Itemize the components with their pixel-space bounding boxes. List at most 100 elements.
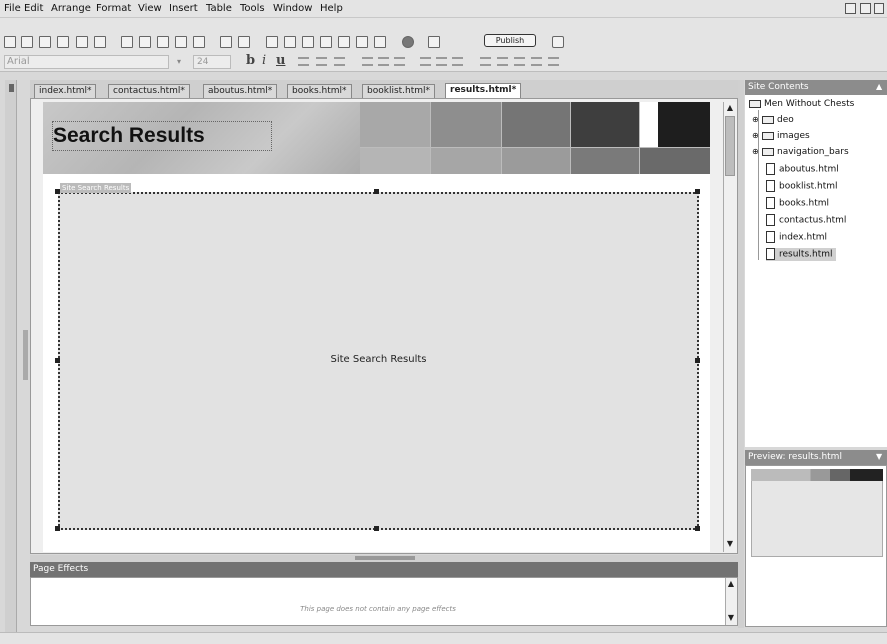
resize-handle[interactable] (374, 526, 379, 531)
menu-table[interactable]: Table (206, 3, 232, 14)
preview-thumbnail[interactable] (751, 469, 883, 557)
style2-icon[interactable] (316, 57, 327, 66)
font-dropdown-icon[interactable]: ▾ (177, 57, 181, 66)
valign-top-icon[interactable] (420, 57, 431, 66)
columns-icon[interactable] (356, 36, 368, 48)
valign-bottom-icon[interactable] (452, 57, 463, 66)
site-icon[interactable] (39, 36, 51, 48)
tree-folder-images[interactable]: ⊕ images (752, 130, 810, 142)
menu-tools[interactable]: Tools (240, 3, 265, 14)
tree-folder-navigation-bars[interactable]: ⊕ navigation_bars (752, 146, 849, 158)
paste-icon[interactable] (175, 36, 187, 48)
menu-arrange[interactable]: Arrange (51, 3, 91, 14)
preview-icon[interactable] (94, 36, 106, 48)
globe-icon[interactable] (402, 36, 414, 48)
style-icon[interactable] (298, 57, 309, 66)
tree-folder-deo[interactable]: ⊕ deo (752, 114, 794, 126)
scroll-thumb[interactable] (725, 116, 735, 176)
left-panel-grip[interactable] (23, 330, 28, 380)
tab-index[interactable]: index.html* (34, 84, 97, 98)
bold-button[interactable]: b (246, 53, 255, 68)
indent-icon[interactable] (548, 57, 559, 66)
resize-handle[interactable] (374, 189, 379, 194)
menu-help[interactable]: Help (320, 3, 343, 14)
expand-icon[interactable]: ⊕ (752, 114, 760, 126)
tree-root[interactable]: Men Without Chests (749, 98, 854, 110)
resize-handle[interactable] (55, 358, 60, 363)
style3-icon[interactable] (334, 57, 345, 66)
menu-window[interactable]: Window (273, 3, 312, 14)
effects-scroll-up-icon[interactable]: ▲ (725, 578, 737, 590)
expand-icon[interactable]: ⊕ (752, 130, 760, 142)
splitter-grip[interactable] (355, 556, 415, 560)
resize-handle[interactable] (695, 358, 700, 363)
align-right-icon[interactable] (394, 57, 405, 66)
publish-button[interactable]: Publish (484, 34, 536, 47)
menu-edit[interactable]: Edit (24, 3, 43, 14)
redo-icon[interactable] (238, 36, 250, 48)
status-bar (0, 632, 887, 644)
tab-books[interactable]: books.html* (287, 84, 352, 98)
table-icon[interactable] (302, 36, 314, 48)
list-style-icon[interactable] (514, 57, 525, 66)
font-name-select[interactable]: Arial (4, 55, 169, 69)
preview-header: Preview: results.html (745, 450, 887, 465)
delete-icon[interactable] (193, 36, 205, 48)
tab-contactus[interactable]: contactus.html* (108, 84, 190, 98)
collapse-icon[interactable]: ▲ (876, 82, 882, 91)
underline-button[interactable]: u (276, 53, 285, 68)
scroll-up-icon[interactable]: ▲ (724, 102, 736, 114)
tab-aboutus[interactable]: aboutus.html* (203, 84, 278, 98)
settings-icon[interactable] (428, 36, 440, 48)
numbered-list-icon[interactable] (497, 57, 508, 66)
tree-file-aboutus[interactable]: aboutus.html (766, 163, 839, 176)
resize-handle[interactable] (55, 526, 60, 531)
pin-icon[interactable] (9, 84, 14, 92)
menu-insert[interactable]: Insert (169, 3, 198, 14)
menu-view[interactable]: View (138, 3, 162, 14)
tab-booklist[interactable]: booklist.html* (362, 84, 436, 98)
back-icon[interactable] (57, 36, 69, 48)
cut-icon[interactable] (139, 36, 151, 48)
menu-format[interactable]: Format (96, 3, 131, 14)
expand-icon[interactable]: ⊕ (752, 146, 760, 158)
preview-dropdown-icon[interactable]: ▼ (876, 452, 882, 461)
page-title[interactable]: Search Results (52, 121, 272, 151)
tree-file-index[interactable]: index.html (766, 231, 827, 244)
valign-middle-icon[interactable] (436, 57, 447, 66)
resize-handle[interactable] (55, 189, 60, 194)
tree-file-books[interactable]: books.html (766, 197, 829, 210)
new-icon[interactable] (4, 36, 16, 48)
outdent-icon[interactable] (531, 57, 542, 66)
tree-file-booklist[interactable]: booklist.html (766, 180, 838, 193)
minimize-icon[interactable] (845, 3, 856, 14)
layout-icon[interactable] (338, 36, 350, 48)
resize-handle[interactable] (695, 526, 700, 531)
open-icon[interactable] (21, 36, 33, 48)
align-center-icon[interactable] (378, 57, 389, 66)
align-left-icon[interactable] (362, 57, 373, 66)
form-icon[interactable] (320, 36, 332, 48)
effects-scroll-down-icon[interactable]: ▼ (725, 612, 737, 624)
left-collapse-strip[interactable] (5, 80, 17, 640)
image-icon[interactable] (284, 36, 296, 48)
text-box-icon[interactable] (266, 36, 278, 48)
close-icon[interactable] (874, 3, 884, 14)
undo-icon[interactable] (220, 36, 232, 48)
pencil-icon[interactable] (121, 36, 133, 48)
frame-icon[interactable] (374, 36, 386, 48)
tree-file-results-selected[interactable]: results.html (766, 248, 836, 261)
menu-file[interactable]: File (4, 3, 21, 14)
tree-file-contactus[interactable]: contactus.html (766, 214, 846, 227)
right-splitter[interactable] (738, 80, 744, 628)
copy-icon[interactable] (157, 36, 169, 48)
font-size-select[interactable]: 24 (193, 55, 231, 69)
restore-icon[interactable] (860, 3, 871, 14)
scroll-down-icon[interactable]: ▼ (724, 538, 736, 550)
home-icon[interactable] (552, 36, 564, 48)
tab-results[interactable]: results.html* (445, 83, 522, 98)
bullet-list-icon[interactable] (480, 57, 491, 66)
italic-button[interactable]: i (262, 53, 266, 68)
resize-handle[interactable] (695, 189, 700, 194)
save-icon[interactable] (76, 36, 88, 48)
